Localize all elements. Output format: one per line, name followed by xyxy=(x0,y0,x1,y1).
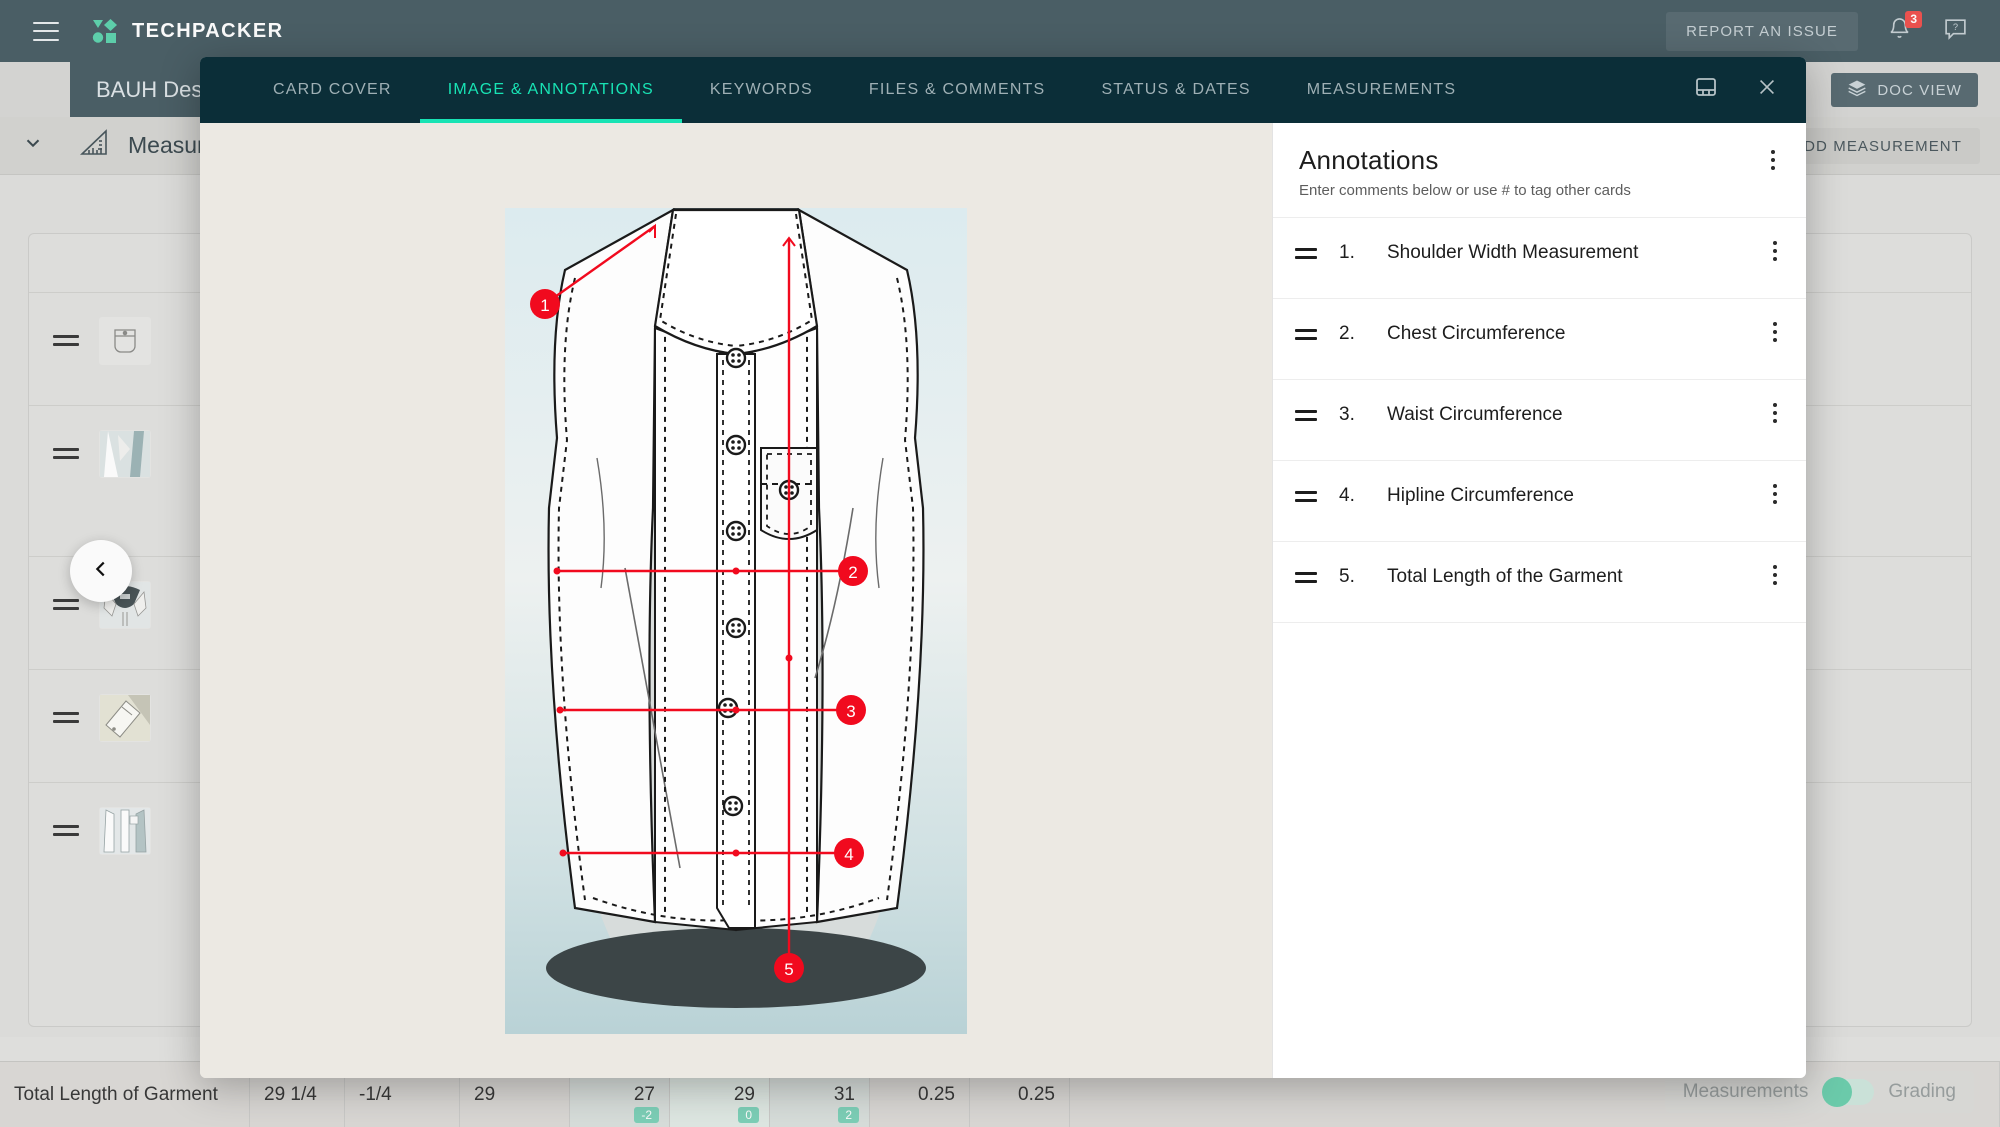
measurement-name-text: Total Length of Garment xyxy=(14,1083,218,1105)
app-root: BAUH Des DOC VIEW Measur ADD MEASUREMENT… xyxy=(0,0,2000,1127)
drag-handle-icon[interactable] xyxy=(53,599,79,610)
drag-handle-icon[interactable] xyxy=(1295,491,1317,502)
shirt-front-thumb xyxy=(99,806,151,855)
annotations-menu-kebab[interactable] xyxy=(1762,149,1784,171)
svg-text:5: 5 xyxy=(784,960,793,979)
modal-actions xyxy=(1694,75,1778,104)
annotation-menu-kebab[interactable] xyxy=(1764,321,1786,343)
annotation-menu-kebab[interactable] xyxy=(1764,483,1786,505)
topbar-actions: REPORT AN ISSUE 3 ? xyxy=(1666,11,2000,51)
annotation-menu-kebab[interactable] xyxy=(1764,240,1786,262)
brand[interactable]: TECHPACKER xyxy=(92,18,283,44)
doc-view-button[interactable]: DOC VIEW xyxy=(1831,73,1978,107)
annotation-number: 2. xyxy=(1339,323,1355,344)
card-detail-modal: CARD COVER IMAGE & ANNOTATIONS KEYWORDS … xyxy=(200,57,1806,1078)
annotation-text: Shoulder Width Measurement xyxy=(1387,242,1639,263)
modal-tab-bar: CARD COVER IMAGE & ANNOTATIONS KEYWORDS … xyxy=(200,57,1806,123)
pocket-thumb xyxy=(99,316,151,365)
tab-files-comments[interactable]: FILES & COMMENTS xyxy=(841,57,1074,123)
modal-body: 1 2 3 4 5 Annotations Enter comments bel… xyxy=(200,123,1806,1078)
annotation-text: Hipline Circumference xyxy=(1387,485,1574,506)
doc-view-label: DOC VIEW xyxy=(1877,81,1962,99)
tab-measurements[interactable]: MEASUREMENTS xyxy=(1279,57,1485,123)
annotation-menu-kebab[interactable] xyxy=(1764,402,1786,424)
close-icon[interactable] xyxy=(1756,76,1778,103)
drag-handle-icon[interactable] xyxy=(53,825,79,836)
app-topbar: TECHPACKER REPORT AN ISSUE 3 ? xyxy=(0,0,2000,62)
annotations-panel: Annotations Enter comments below or use … xyxy=(1272,123,1806,1078)
back-button[interactable] xyxy=(70,540,132,602)
notification-badge: 3 xyxy=(1905,11,1922,28)
toggle-switch[interactable] xyxy=(1822,1077,1875,1107)
svg-text:4: 4 xyxy=(844,845,853,864)
drag-handle-icon[interactable] xyxy=(1295,572,1317,583)
annotations-header: Annotations Enter comments below or use … xyxy=(1273,123,1806,218)
tab-keywords[interactable]: KEYWORDS xyxy=(682,57,841,123)
help-button[interactable]: ? xyxy=(1940,16,1970,46)
annotation-menu-kebab[interactable] xyxy=(1764,564,1786,586)
document-tab-label: BAUH Des xyxy=(96,76,203,102)
help-icon: ? xyxy=(1943,16,1968,46)
drag-handle-icon[interactable] xyxy=(53,335,79,346)
drag-handle-icon[interactable] xyxy=(1295,248,1317,259)
image-canvas[interactable]: 1 2 3 4 5 xyxy=(200,123,1272,1078)
report-issue-button[interactable]: REPORT AN ISSUE xyxy=(1666,11,1858,51)
placket-detail-thumb xyxy=(99,429,151,478)
annotation-item-3[interactable]: 3. Waist Circumference xyxy=(1273,380,1806,461)
annotation-item-5[interactable]: 5. Total Length of the Garment xyxy=(1273,542,1806,623)
annotation-number: 5. xyxy=(1339,566,1355,587)
section-title: Measur xyxy=(128,132,205,158)
layout-panel-icon[interactable] xyxy=(1694,75,1718,104)
annotation-item-2[interactable]: 2. Chest Circumference xyxy=(1273,299,1806,380)
garment-flat-sketch[interactable]: 1 2 3 4 5 xyxy=(505,208,967,1034)
notifications-button[interactable]: 3 xyxy=(1884,11,1922,46)
hamburger-icon[interactable] xyxy=(33,21,59,41)
grade-chip: 0 xyxy=(738,1107,759,1123)
annotations-subtitle: Enter comments below or use # to tag oth… xyxy=(1299,182,1631,199)
annotation-item-1[interactable]: 1. Shoulder Width Measurement xyxy=(1273,218,1806,299)
drag-handle-icon[interactable] xyxy=(53,448,79,459)
svg-text:3: 3 xyxy=(846,702,855,721)
chevron-down-icon[interactable] xyxy=(22,132,44,159)
tab-card-cover[interactable]: CARD COVER xyxy=(245,57,420,123)
svg-text:1: 1 xyxy=(540,296,549,315)
annotation-text: Chest Circumference xyxy=(1387,323,1566,344)
grade-chip: 2 xyxy=(838,1107,859,1123)
techpacker-logo-icon xyxy=(92,18,118,44)
tab-status-dates[interactable]: STATUS & DATES xyxy=(1073,57,1278,123)
ruler-triangle-icon xyxy=(78,128,110,163)
svg-text:?: ? xyxy=(1952,22,1957,32)
annotation-text: Total Length of the Garment xyxy=(1387,566,1623,587)
add-measurement-label: ADD MEASUREMENT xyxy=(1792,137,1962,155)
layers-icon xyxy=(1847,78,1867,102)
tab-image-annotations[interactable]: IMAGE & ANNOTATIONS xyxy=(419,57,683,123)
chevron-left-icon xyxy=(90,558,112,585)
annotation-number: 1. xyxy=(1339,242,1355,263)
svg-text:2: 2 xyxy=(848,563,857,582)
toggle-label-grading: Grading xyxy=(1888,1081,1956,1102)
annotations-title: Annotations xyxy=(1299,145,1439,175)
cuff-sketch-thumb xyxy=(99,693,151,742)
drag-handle-icon[interactable] xyxy=(1295,410,1317,421)
annotation-number: 4. xyxy=(1339,485,1355,506)
brand-name: TECHPACKER xyxy=(132,19,284,42)
drag-handle-icon[interactable] xyxy=(1295,329,1317,340)
modal-tabs: CARD COVER IMAGE & ANNOTATIONS KEYWORDS … xyxy=(200,57,1484,123)
annotation-item-4[interactable]: 4. Hipline Circumference xyxy=(1273,461,1806,542)
annotation-text: Waist Circumference xyxy=(1387,404,1563,425)
drag-handle-icon[interactable] xyxy=(53,712,79,723)
grade-chip: -2 xyxy=(634,1107,659,1123)
toggle-label-measurements: Measurements xyxy=(1682,1081,1809,1102)
annotation-number: 3. xyxy=(1339,404,1355,425)
